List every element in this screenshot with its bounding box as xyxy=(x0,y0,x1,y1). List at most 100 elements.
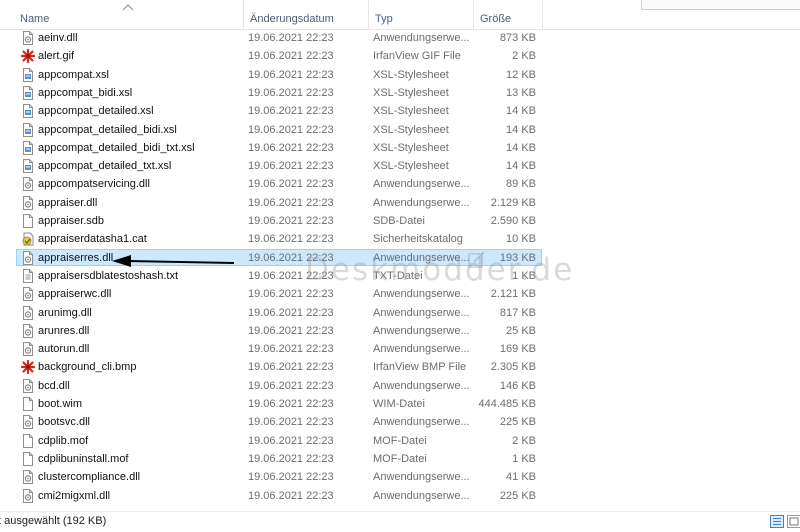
file-date: 19.06.2021 22:23 xyxy=(248,233,334,246)
file-date: 19.06.2021 22:23 xyxy=(248,324,334,337)
file-name: bcd.dll xyxy=(38,379,70,392)
file-row[interactable]: cdplib.mof 19.06.2021 22:23 MOF-Datei 2 KB xyxy=(0,432,800,450)
file-date: 19.06.2021 22:23 xyxy=(248,416,334,429)
file-type: Anwendungserwe... xyxy=(373,379,470,392)
file-name: cmi2migxml.dll xyxy=(38,489,111,502)
file-row[interactable]: appcompat_detailed_txt.xsl 19.06.2021 22:… xyxy=(0,157,800,175)
file-name: alert.gif xyxy=(38,50,75,63)
file-type: Anwendungserwe... xyxy=(373,178,470,191)
file-size: 169 KB xyxy=(499,343,536,356)
file-name: arunres.dll xyxy=(38,324,90,337)
file-name: appraiser.dll xyxy=(38,196,98,209)
file-row[interactable]: appcompat.xsl 19.06.2021 22:23 XSL-Stylesh… xyxy=(0,66,800,84)
file-size: 146 KB xyxy=(499,379,536,392)
column-header-type-label: Typ xyxy=(375,13,393,25)
file-size: 2.129 KB xyxy=(490,196,536,209)
file-date: 19.06.2021 22:23 xyxy=(248,434,334,447)
xsl-file-icon xyxy=(23,85,33,100)
blank-file-icon xyxy=(23,397,33,411)
file-name: appcompat_detailed_bidi_txt.xsl xyxy=(38,141,195,154)
dll-file-icon xyxy=(23,287,33,302)
file-date: 19.06.2021 22:23 xyxy=(248,471,334,484)
file-name: appcompat_detailed.xsl xyxy=(38,105,154,118)
file-type: XSL-Stylesheet xyxy=(373,141,449,154)
file-row[interactable]: background_cli.bmp 19.06.2021 22:23 IrfanV… xyxy=(0,358,800,376)
file-row[interactable]: bcd.dll 19.06.2021 22:23 Anwendungserwe...… xyxy=(0,377,800,395)
file-date: 19.06.2021 22:23 xyxy=(248,361,334,374)
file-size: 2 KB xyxy=(512,434,536,447)
column-header-size-label: Größe xyxy=(480,13,512,25)
catalog-file-icon xyxy=(22,232,34,246)
file-row[interactable]: appcompatservicing.dll 19.06.2021 22:23 An… xyxy=(0,175,800,193)
large-icons-view-icon xyxy=(789,517,799,526)
file-date: 19.06.2021 22:23 xyxy=(248,452,334,465)
blank-file-icon xyxy=(23,451,33,466)
file-size: 225 KB xyxy=(499,489,536,502)
file-row[interactable]: autorun.dll 19.06.2021 22:23 Anwendungserw… xyxy=(0,340,800,358)
file-row[interactable]: appcompat_detailed_bidi.xsl 19.06.2021 22… xyxy=(0,121,800,139)
blank-file-icon xyxy=(23,433,33,448)
file-row[interactable]: appraiserdatasha1.cat 19.06.2021 22:23 Sic… xyxy=(0,230,800,248)
file-row[interactable]: appraiser.dll 19.06.2021 22:23 Anwendungse… xyxy=(0,194,800,212)
large-icons-view-button[interactable] xyxy=(787,515,800,528)
file-name: boot.wim xyxy=(38,398,83,410)
dll-file-icon xyxy=(23,488,33,503)
file-row[interactable]: arunimg.dll 19.06.2021 22:23 Anwendungserw… xyxy=(0,304,800,322)
file-size: 225 KB xyxy=(499,416,536,429)
status-bar: t ausgewählt (192 KB) xyxy=(0,511,800,532)
file-date: 19.06.2021 22:23 xyxy=(248,306,334,319)
file-row[interactable]: aeinv.dll 19.06.2021 22:23 Anwendungserwe.… xyxy=(0,29,800,47)
file-type: Sicherheitskatalog xyxy=(373,233,463,246)
file-type: IrfanView BMP File xyxy=(373,361,467,374)
file-row[interactable]: cdplibuninstall.mof 19.06.2021 22:23 MOF-D… xyxy=(0,450,800,468)
file-size: 13 KB xyxy=(506,86,536,99)
column-header-type[interactable]: Typ xyxy=(368,0,473,29)
file-size: 10 KB xyxy=(506,233,536,246)
file-date: 19.06.2021 22:23 xyxy=(248,86,334,99)
watermark-text: Deskmodder.de xyxy=(305,252,575,288)
file-size: 444.485 KB xyxy=(478,398,537,410)
file-name: appcompat_bidi.xsl xyxy=(38,86,133,99)
file-type: WIM-Datei xyxy=(373,398,425,410)
dll-file-icon xyxy=(23,415,33,430)
file-row[interactable]: clustercompliance.dll 19.06.2021 22:23 Anw… xyxy=(0,468,800,486)
file-date: 19.06.2021 22:23 xyxy=(248,178,334,191)
file-date: 19.06.2021 22:23 xyxy=(248,160,334,173)
file-name: appraiserres.dll xyxy=(38,251,114,264)
file-type: Anwendungserwe... xyxy=(373,416,470,429)
file-name: cdplibuninstall.mof xyxy=(38,452,129,465)
xsl-file-icon xyxy=(23,104,33,119)
column-header-date[interactable]: Änderungsdatum xyxy=(243,0,368,29)
search-box[interactable] xyxy=(641,0,800,10)
file-row[interactable]: appcompat_detailed.xsl 19.06.2021 22:23 XS… xyxy=(0,102,800,120)
file-row[interactable]: appcompat_detailed_bidi_txt.xsl 19.06.202… xyxy=(0,139,800,157)
file-row[interactable]: cmi2migxml.dll 19.06.2021 22:23 Anwendungs… xyxy=(0,487,800,505)
column-header-size[interactable]: Größe xyxy=(473,0,543,29)
file-name: cdplib.mof xyxy=(38,434,89,447)
file-row[interactable]: boot.wim 19.06.2021 22:23 WIM-Datei 444.485… xyxy=(0,395,800,413)
file-row[interactable]: bootsvc.dll 19.06.2021 22:23 Anwendungserw… xyxy=(0,413,800,431)
file-date: 19.06.2021 22:23 xyxy=(248,68,334,81)
xsl-file-icon xyxy=(23,140,33,155)
file-name: appraiserdatasha1.cat xyxy=(38,233,147,246)
file-row[interactable]: alert.gif 19.06.2021 22:23 IrfanView GIF F… xyxy=(0,47,800,65)
xsl-file-icon xyxy=(23,159,33,174)
file-size: 14 KB xyxy=(506,105,536,118)
dll-file-icon xyxy=(23,250,33,265)
file-size: 14 KB xyxy=(506,141,536,154)
file-row[interactable]: appcompat_bidi.xsl 19.06.2021 22:23 XSL-St… xyxy=(0,84,800,102)
file-type: Anwendungserwe... xyxy=(373,489,470,502)
sort-ascending-icon xyxy=(122,4,134,11)
details-view-icon xyxy=(773,518,781,525)
file-type: MOF-Datei xyxy=(373,434,427,447)
xsl-file-icon xyxy=(23,122,33,137)
file-row[interactable]: arunres.dll 19.06.2021 22:23 Anwendungserw… xyxy=(0,322,800,340)
file-row[interactable]: appraiser.sdb 19.06.2021 22:23 SDB-Datei 2.… xyxy=(0,212,800,230)
file-name: bootsvc.dll xyxy=(38,416,90,429)
details-view-button[interactable] xyxy=(770,515,784,528)
file-type: XSL-Stylesheet xyxy=(373,86,449,99)
file-name: appraiserwc.dll xyxy=(38,288,112,301)
file-size: 89 KB xyxy=(506,178,536,191)
file-type: XSL-Stylesheet xyxy=(373,68,449,81)
file-size: 1 KB xyxy=(512,452,536,465)
